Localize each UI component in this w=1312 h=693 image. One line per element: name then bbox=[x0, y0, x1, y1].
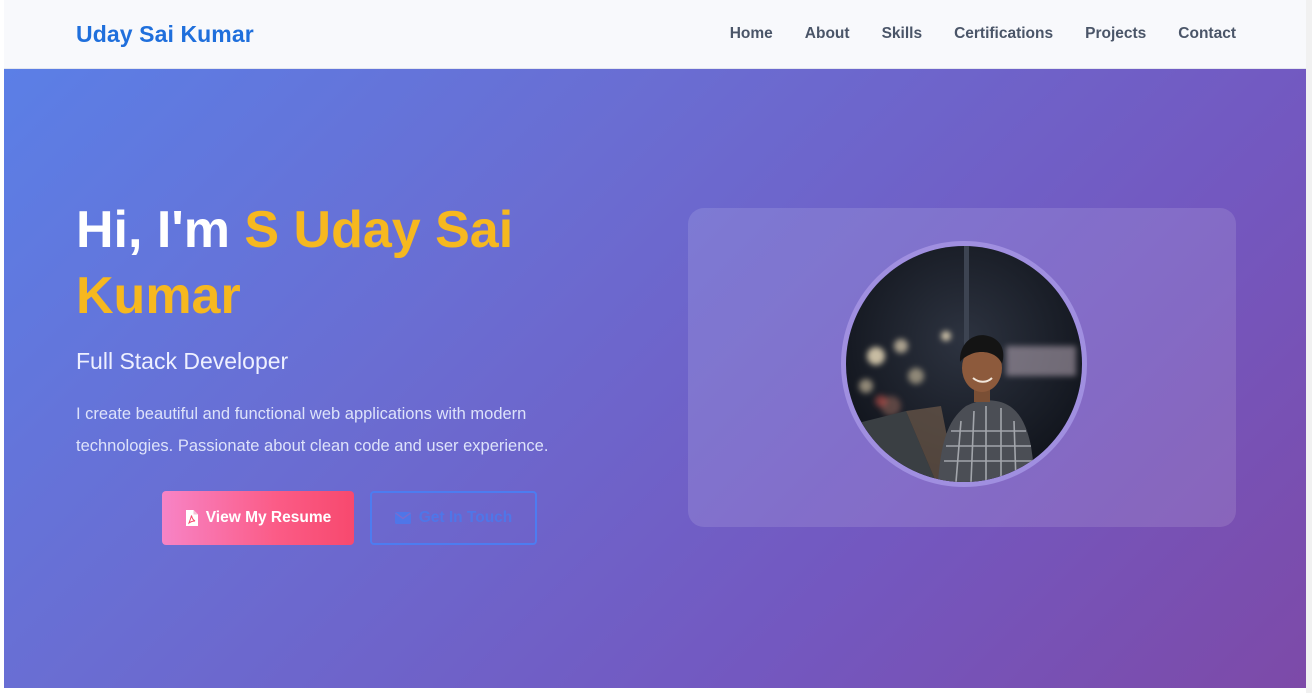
brand-logo[interactable]: Uday Sai Kumar bbox=[76, 21, 254, 48]
get-in-touch-label: Get In Touch bbox=[418, 509, 513, 526]
page-scrollbar[interactable] bbox=[1306, 0, 1312, 693]
nav-link-certifications[interactable]: Certifications bbox=[954, 25, 1053, 43]
nav-link-projects[interactable]: Projects bbox=[1085, 25, 1146, 43]
navbar: Uday Sai Kumar Home About Skills Certifi… bbox=[4, 0, 1306, 69]
nav-link-contact[interactable]: Contact bbox=[1178, 25, 1236, 43]
view-resume-button[interactable]: View My Resume bbox=[162, 491, 354, 545]
pdf-file-icon bbox=[185, 510, 198, 526]
hero-section: Hi, I'm S Uday Sai Kumar Full Stack Deve… bbox=[4, 69, 1306, 688]
nav-link-skills[interactable]: Skills bbox=[882, 25, 923, 43]
profile-photo bbox=[841, 241, 1087, 487]
hero-role: Full Stack Developer bbox=[76, 348, 289, 374]
nav-link-about[interactable]: About bbox=[805, 25, 850, 43]
nav-link-home[interactable]: Home bbox=[730, 25, 773, 43]
hero-title: Hi, I'm S Uday Sai Kumar bbox=[76, 197, 636, 329]
view-resume-label: View My Resume bbox=[205, 509, 332, 526]
portfolio-page: Uday Sai Kumar Home About Skills Certifi… bbox=[4, 0, 1306, 688]
get-in-touch-button[interactable]: Get In Touch bbox=[370, 491, 537, 545]
profile-card bbox=[688, 208, 1236, 527]
envelope-icon bbox=[394, 512, 411, 524]
nav-links: Home About Skills Certifications Project… bbox=[730, 25, 1236, 43]
hero-greeting: Hi, I'm bbox=[76, 201, 245, 259]
hero-description: I create beautiful and functional web ap… bbox=[76, 405, 549, 455]
